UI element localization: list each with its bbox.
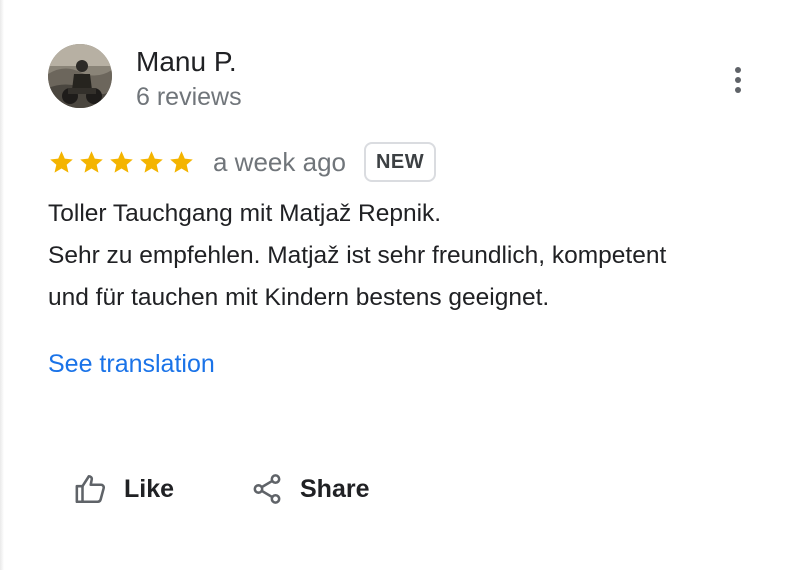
star-rating <box>48 149 195 176</box>
star-icon <box>140 150 163 173</box>
share-button[interactable]: Share <box>250 467 369 511</box>
star-icon <box>110 150 133 173</box>
reviewer-name[interactable]: Manu P. <box>136 44 237 80</box>
more-options-button[interactable] <box>722 62 754 98</box>
star-icon <box>50 150 73 173</box>
share-label: Share <box>300 474 370 503</box>
rating-row: a week ago NEW <box>48 140 437 184</box>
thumb-up-icon <box>75 474 106 504</box>
profile-photo <box>48 44 112 108</box>
star-icon <box>170 150 193 173</box>
review-card: Manu P. 6 reviews a week ago NEW Toller … <box>0 0 800 570</box>
share-icon <box>253 474 281 504</box>
star-icon <box>80 150 103 173</box>
like-label: Like <box>124 474 175 503</box>
like-button[interactable]: Like <box>74 467 174 511</box>
avatar[interactable] <box>48 44 112 108</box>
more-vert-icon <box>735 67 741 93</box>
panel-edge <box>0 0 4 570</box>
reviewer-review-count[interactable]: 6 reviews <box>136 80 242 114</box>
review-text: Toller Tauchgang mit Matjaž Repnik. Sehr… <box>48 193 768 319</box>
new-badge: NEW <box>363 142 437 182</box>
review-line: Sehr zu empfehlen. Matjaž ist sehr freun… <box>48 242 667 269</box>
see-translation-link[interactable]: See translation <box>48 346 215 382</box>
review-line: und für tauchen mit Kindern bestens geei… <box>48 284 550 311</box>
review-line: Toller Tauchgang mit Matjaž Repnik. <box>48 200 442 227</box>
review-time: a week ago <box>213 146 346 177</box>
